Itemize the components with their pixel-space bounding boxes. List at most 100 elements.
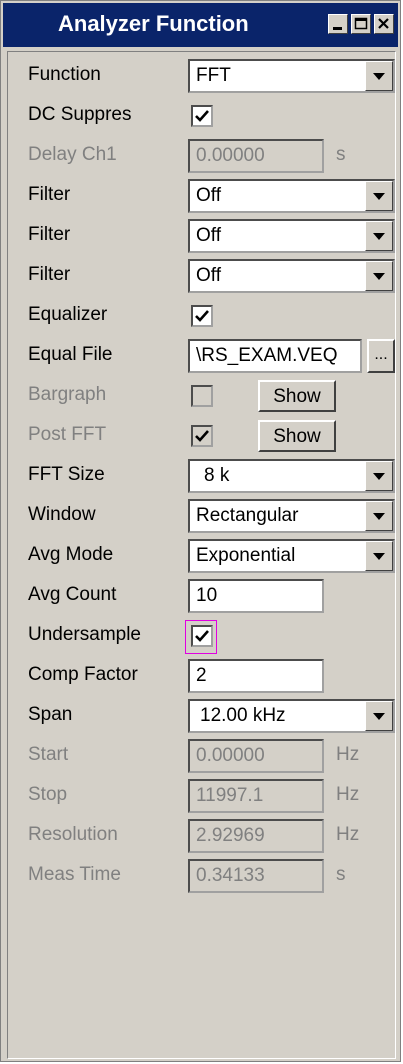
row-window: Window Rectangular	[8, 496, 395, 536]
filter-1-select[interactable]: Off	[188, 179, 395, 213]
post-fft-checkbox[interactable]	[191, 425, 213, 447]
stop-unit: Hz	[336, 784, 360, 805]
filter-1-dropdown-button[interactable]	[365, 181, 393, 211]
bargraph-checkbox[interactable]	[191, 385, 213, 407]
meas-time-unit: s	[336, 864, 346, 885]
meas-time-label: Meas Time	[28, 864, 121, 885]
span-label: Span	[28, 704, 73, 725]
row-span: Span 12.00 kHz	[8, 696, 395, 736]
row-bargraph: Bargraph Show	[8, 376, 395, 416]
maximize-icon	[354, 17, 368, 30]
undersample-checkbox[interactable]	[191, 625, 213, 647]
fft-size-label: FFT Size	[28, 464, 105, 485]
dc-suppress-checkbox[interactable]	[191, 105, 213, 127]
row-dc-suppress: DC Suppres	[8, 96, 395, 136]
window-title: Analyzer Function	[58, 11, 249, 36]
comp-factor-label: Comp Factor	[28, 664, 138, 685]
chevron-down-icon	[373, 73, 385, 80]
minimize-button[interactable]	[328, 14, 348, 34]
title-bar[interactable]: Analyzer Function	[3, 3, 398, 47]
chevron-down-icon	[373, 473, 385, 480]
filter-3-label: Filter	[28, 264, 71, 285]
row-meas-time: Meas Time 0.34133 s	[8, 856, 395, 896]
span-value: 12.00 kHz	[200, 705, 286, 726]
maximize-button[interactable]	[351, 14, 371, 34]
row-post-fft: Post FFT Show	[8, 416, 395, 456]
window-label: Window	[28, 504, 96, 525]
bargraph-label: Bargraph	[28, 384, 107, 405]
comp-factor-field[interactable]: 2	[188, 659, 324, 693]
delay-ch1-unit: s	[336, 144, 346, 165]
bargraph-show-button[interactable]: Show	[258, 380, 336, 412]
avg-mode-dropdown-button[interactable]	[365, 541, 393, 571]
dc-suppress-label: DC Suppres	[28, 104, 132, 125]
row-stop: Stop 11997.1 Hz	[8, 776, 395, 816]
resolution-unit: Hz	[336, 824, 360, 845]
row-filter-2: Filter Off	[8, 216, 395, 256]
window-select[interactable]: Rectangular	[188, 499, 395, 533]
row-comp-factor: Comp Factor 2	[8, 656, 395, 696]
chevron-down-icon	[373, 193, 385, 200]
minimize-icon	[333, 27, 342, 30]
row-start: Start 0.00000 Hz	[8, 736, 395, 776]
filter-3-select[interactable]: Off	[188, 259, 395, 293]
chevron-down-icon	[373, 273, 385, 280]
checkmark-icon	[195, 630, 209, 642]
delay-ch1-label: Delay Ch1	[28, 144, 117, 165]
span-dropdown-button[interactable]	[365, 701, 393, 731]
chevron-down-icon	[373, 713, 385, 720]
fft-size-dropdown-button[interactable]	[365, 461, 393, 491]
row-equal-file: Equal File \RS_EXAM.VEQ ...	[8, 336, 395, 376]
row-filter-1: Filter Off	[8, 176, 395, 216]
fft-size-select[interactable]: 8 k	[188, 459, 395, 493]
close-button[interactable]	[374, 14, 394, 34]
start-unit: Hz	[336, 744, 360, 765]
row-undersample: Undersample	[8, 616, 395, 656]
row-filter-3: Filter Off	[8, 256, 395, 296]
window-value: Rectangular	[196, 505, 299, 526]
chevron-down-icon	[373, 233, 385, 240]
equalizer-label: Equalizer	[28, 304, 108, 325]
row-fft-size: FFT Size 8 k	[8, 456, 395, 496]
filter-2-dropdown-button[interactable]	[365, 221, 393, 251]
checkmark-icon	[195, 110, 209, 122]
stop-field: 11997.1	[188, 779, 324, 813]
start-label: Start	[28, 744, 69, 765]
avg-mode-select[interactable]: Exponential	[188, 539, 395, 573]
undersample-label: Undersample	[28, 624, 141, 645]
equalizer-checkbox[interactable]	[191, 305, 213, 327]
span-select[interactable]: 12.00 kHz	[188, 699, 395, 733]
avg-mode-label: Avg Mode	[28, 544, 114, 565]
filter-2-value: Off	[196, 225, 221, 246]
filter-1-value: Off	[196, 185, 221, 206]
row-avg-count: Avg Count 10	[8, 576, 395, 616]
row-delay-ch1: Delay Ch1 0.00000 s	[8, 136, 395, 176]
post-fft-show-button[interactable]: Show	[258, 420, 336, 452]
resolution-label: Resolution	[28, 824, 118, 845]
checkmark-icon	[195, 310, 209, 322]
row-function: Function FFT	[8, 56, 395, 96]
stop-label: Stop	[28, 784, 68, 805]
row-resolution: Resolution 2.92969 Hz	[8, 816, 395, 856]
avg-mode-value: Exponential	[196, 545, 296, 566]
avg-count-field[interactable]: 10	[188, 579, 324, 613]
analyzer-function-window: Analyzer Function Function FFT DC Suppre…	[0, 0, 401, 1062]
chevron-down-icon	[373, 553, 385, 560]
filter-3-dropdown-button[interactable]	[365, 261, 393, 291]
filter-2-select[interactable]: Off	[188, 219, 395, 253]
post-fft-label: Post FFT	[28, 424, 107, 445]
function-select[interactable]: FFT	[188, 59, 395, 93]
row-avg-mode: Avg Mode Exponential	[8, 536, 395, 576]
checkmark-icon	[195, 430, 209, 442]
equal-file-browse-button[interactable]: ...	[367, 339, 395, 373]
equal-file-field[interactable]: \RS_EXAM.VEQ	[188, 339, 362, 373]
avg-count-label: Avg Count	[28, 584, 117, 605]
function-value: FFT	[196, 65, 231, 86]
settings-panel: Function FFT DC Suppres Delay Ch1 0.0000…	[7, 51, 396, 1059]
chevron-down-icon	[373, 513, 385, 520]
meas-time-field: 0.34133	[188, 859, 324, 893]
filter-3-value: Off	[196, 265, 221, 286]
function-dropdown-button[interactable]	[365, 61, 393, 91]
window-dropdown-button[interactable]	[365, 501, 393, 531]
filter-2-label: Filter	[28, 224, 71, 245]
